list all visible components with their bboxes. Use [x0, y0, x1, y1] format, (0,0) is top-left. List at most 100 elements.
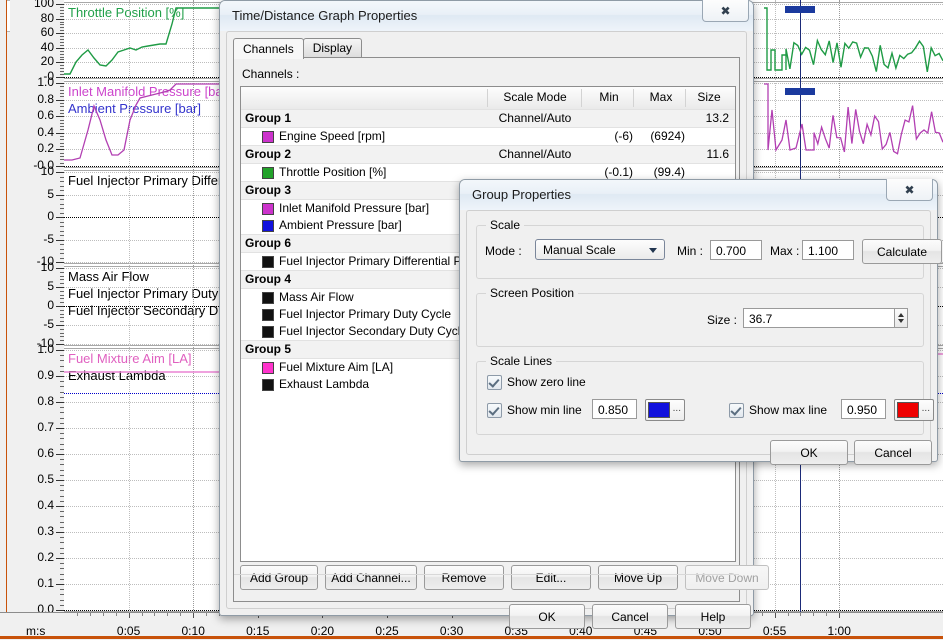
show-max-line-label: Show max line: [749, 403, 828, 417]
move-up-button[interactable]: Move Up: [598, 565, 678, 590]
column-header-size[interactable]: Size: [689, 90, 729, 104]
y-tick-label: 0.8: [37, 394, 54, 408]
y-tick-label: 0.3: [37, 524, 54, 538]
y-tick-mark: [56, 33, 64, 35]
group-row[interactable]: Group 1 Channel/Auto 13.2: [241, 109, 735, 128]
y-tick-label: 0.5: [37, 472, 54, 486]
group-dialog-title-bar[interactable]: Group Properties ✖: [460, 179, 937, 210]
show-max-line-checkbox[interactable]: [729, 403, 744, 418]
max-label: Max :: [770, 244, 800, 258]
group-ok-button[interactable]: OK: [770, 440, 848, 465]
tab-display[interactable]: Display: [302, 38, 363, 58]
x-tick-minor: [89, 613, 91, 616]
chart-channel-label: Fuel Mixture Aim [LA]: [68, 351, 192, 366]
close-icon[interactable]: ✖: [702, 0, 749, 22]
tab-channels[interactable]: Channels: [233, 38, 304, 59]
min-line-color-swatch: [648, 402, 670, 418]
channel-color-swatch[interactable]: [262, 131, 274, 143]
size-value: 13.2: [705, 111, 729, 125]
scale-min-input[interactable]: 0.700: [710, 240, 762, 260]
y-tick-mark: [56, 344, 64, 345]
channel-color-swatch[interactable]: [262, 309, 274, 321]
channel-name: Fuel Mixture Aim [LA]: [279, 360, 394, 374]
min-line-color-button[interactable]: ...: [645, 399, 685, 421]
cancel-button[interactable]: Cancel: [592, 604, 668, 629]
x-tick-minor: [102, 613, 104, 616]
channel-name: Fuel Injector Primary Duty Cycle: [279, 307, 452, 321]
chart-vertical-gridline: [128, 0, 130, 612]
y-tick-mark: [56, 77, 64, 78]
channel-color-swatch[interactable]: [262, 220, 274, 232]
chart-cursor-handle[interactable]: [785, 88, 815, 95]
channel-color-swatch[interactable]: [262, 167, 274, 179]
y-tick-mark: [56, 166, 64, 167]
calculate-button[interactable]: Calculate: [862, 239, 942, 264]
y-tick-label: 1.0: [37, 342, 54, 356]
chart-cursor-handle[interactable]: [785, 6, 815, 13]
channel-color-swatch[interactable]: [262, 256, 274, 268]
y-tick-mark: [56, 402, 64, 403]
scale-mode-select[interactable]: Manual Scale: [535, 239, 665, 260]
spinner-up-icon[interactable]: [898, 313, 904, 317]
add-channel-button[interactable]: Add Channel...: [325, 565, 417, 590]
screen-position-groupbox: Screen Position Size : 36.7: [476, 286, 924, 347]
channel-color-swatch[interactable]: [262, 203, 274, 215]
dialog-title: Time/Distance Graph Properties: [232, 8, 418, 23]
channel-color-swatch[interactable]: [262, 292, 274, 304]
group-name: Group 6: [245, 236, 292, 250]
spinner-down-icon[interactable]: [898, 319, 904, 323]
size-spinner[interactable]: [895, 308, 908, 328]
y-tick-mark: [56, 268, 64, 269]
min-value: (-0.1): [604, 165, 633, 179]
y-tick-mark: [56, 116, 64, 118]
column-header-scale-mode[interactable]: Scale Mode: [491, 90, 579, 104]
y-tick-label: 0.4: [37, 498, 54, 512]
max-value: (6924): [650, 129, 685, 143]
add-group-button[interactable]: Add Group: [240, 565, 318, 590]
channel-name: Inlet Manifold Pressure [bar]: [279, 201, 430, 215]
group-name: Group 5: [245, 342, 292, 356]
x-tick-minor: [826, 613, 828, 616]
min-line-color-ellipsis: ...: [672, 403, 681, 414]
channel-name: Engine Speed [rpm]: [279, 129, 386, 143]
chart-channel-label: Fuel Injector Primary Differe: [68, 173, 230, 188]
channel-color-swatch[interactable]: [262, 379, 274, 391]
max-line-value-input[interactable]: 0.950: [841, 399, 886, 419]
group-properties-dialog[interactable]: Group Properties ✖ Scale Mode : Manual S…: [459, 179, 942, 465]
y-tick-label: 0.6: [37, 108, 54, 123]
remove-button[interactable]: Remove: [424, 565, 504, 590]
tab-strip[interactable]: Channels Display: [233, 38, 363, 59]
group-name: Group 3: [245, 183, 292, 197]
column-header-max[interactable]: Max: [637, 90, 685, 104]
edit-button[interactable]: Edit...: [511, 565, 591, 590]
scale-max-input[interactable]: 1.100: [802, 240, 854, 260]
channel-color-swatch[interactable]: [262, 326, 274, 338]
max-line-color-button[interactable]: ...: [894, 399, 934, 421]
chart-channel-label: Throttle Position [%]: [68, 5, 185, 20]
chart-channel-label: Fuel Injector Secondary Du: [68, 303, 226, 318]
screen-size-input[interactable]: 36.7: [743, 308, 895, 328]
show-zero-line-checkbox[interactable]: [487, 375, 502, 390]
y-tick-label: 0.8: [37, 91, 54, 106]
x-tick-minor: [76, 613, 78, 616]
y-tick-mark: [56, 325, 64, 326]
group-cancel-button[interactable]: Cancel: [854, 440, 932, 465]
chart-channel-label: Fuel Injector Primary Duty C: [68, 286, 232, 301]
max-value: (99.4): [653, 165, 685, 179]
group-name: Group 2: [245, 147, 292, 161]
y-tick-label: 0.2: [37, 550, 54, 564]
show-min-line-checkbox[interactable]: [487, 403, 502, 418]
group-row[interactable]: Group 2 Channel/Auto 11.6: [241, 145, 735, 164]
column-header-min[interactable]: Min: [585, 90, 633, 104]
dialog-title-bar[interactable]: Time/Distance Graph Properties ✖: [220, 0, 753, 31]
y-tick-mark: [56, 149, 64, 151]
group-name: Group 4: [245, 272, 292, 286]
help-button[interactable]: Help: [675, 604, 751, 629]
channel-row[interactable]: Engine Speed [rpm] (-6) (6924): [241, 128, 735, 145]
y-tick-mark: [56, 584, 64, 585]
channel-color-swatch[interactable]: [262, 362, 274, 374]
ok-button[interactable]: OK: [509, 604, 585, 629]
scale-mode-value: Channel/Auto: [498, 147, 572, 161]
close-icon[interactable]: ✖: [886, 179, 933, 201]
min-line-value-input[interactable]: 0.850: [592, 399, 637, 419]
